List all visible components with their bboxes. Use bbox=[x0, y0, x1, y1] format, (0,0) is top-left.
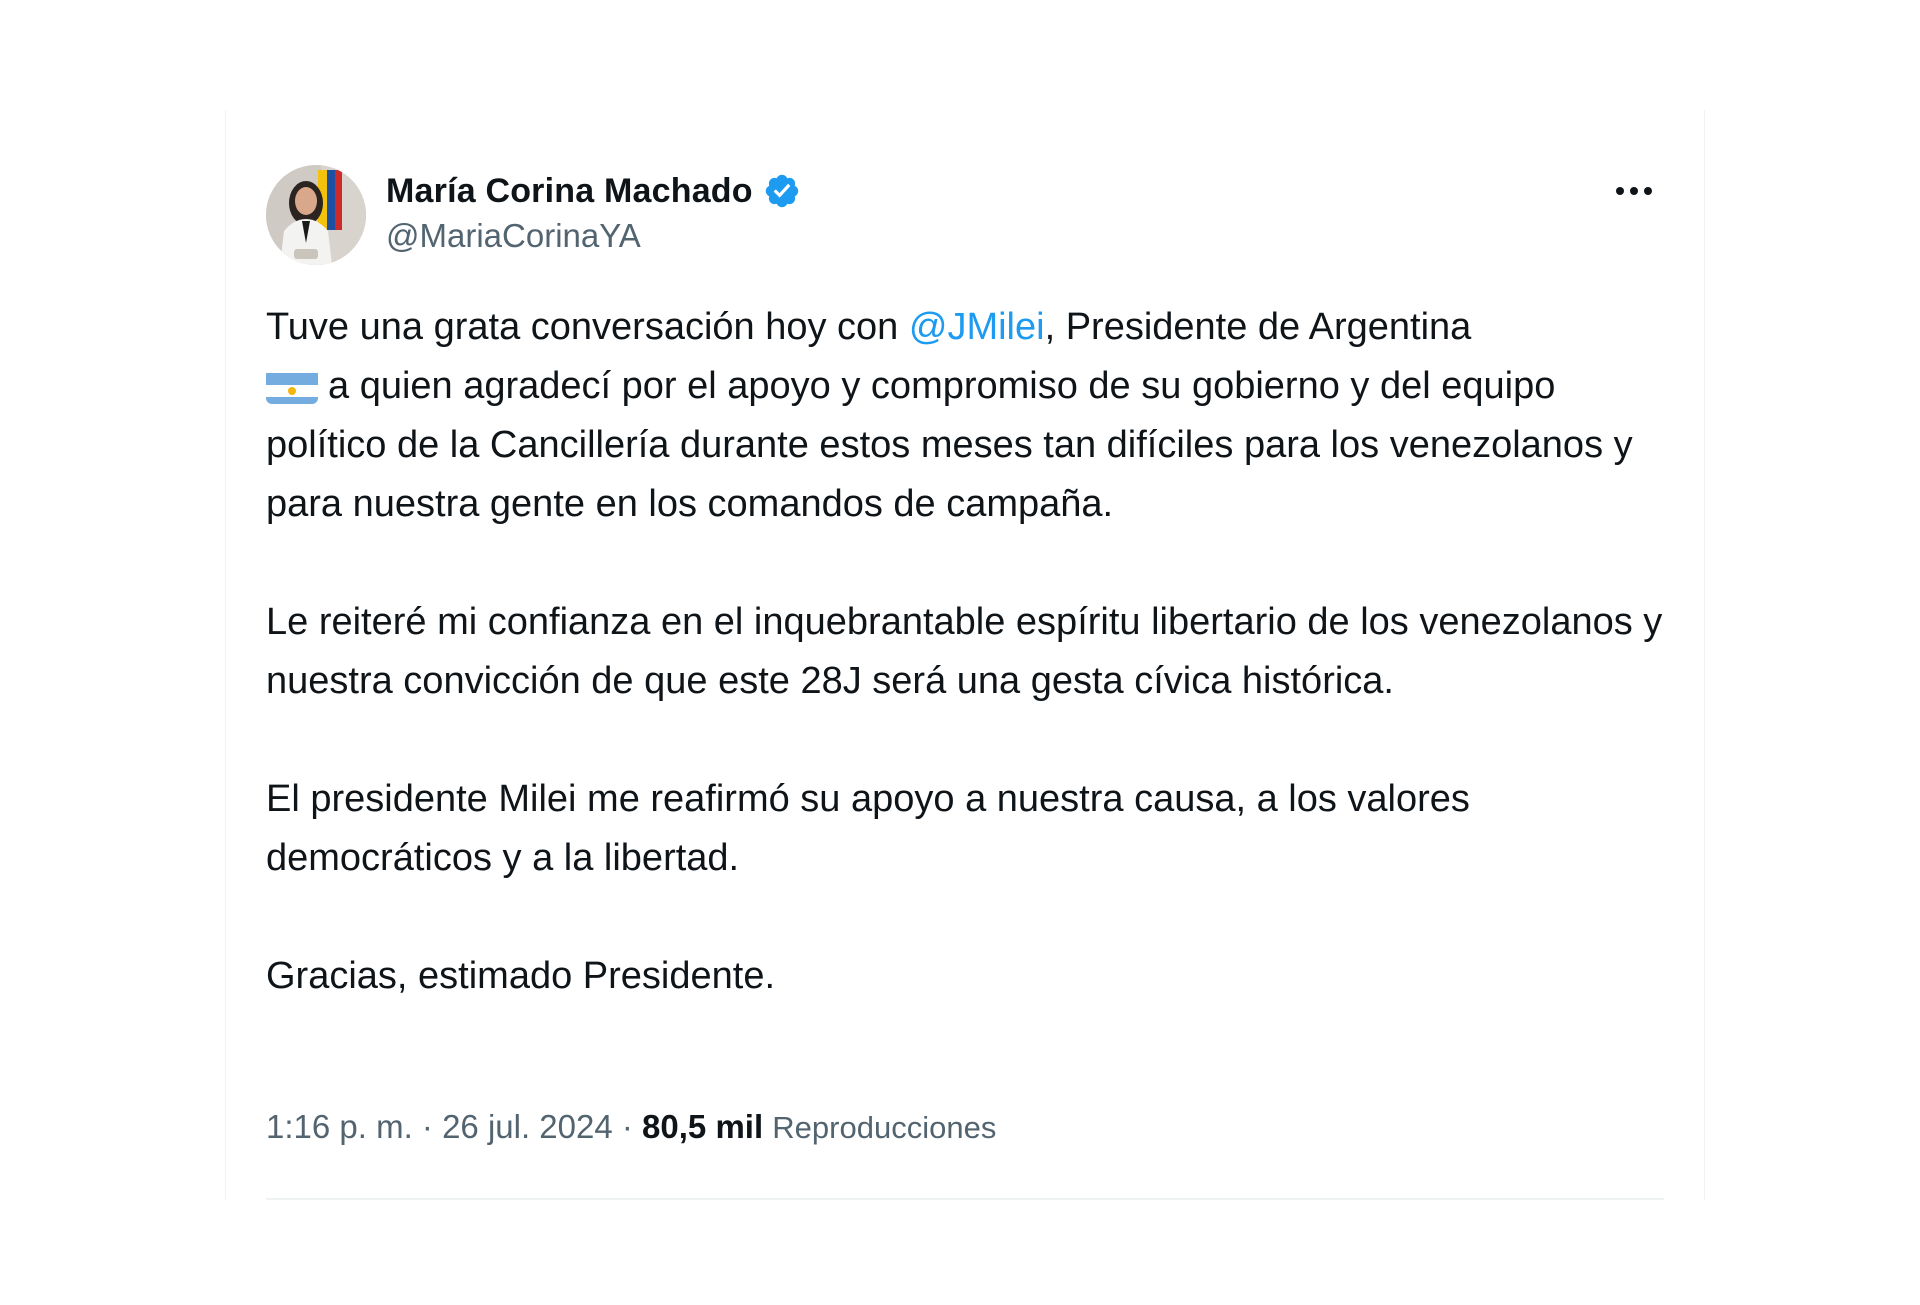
tweet-paragraph-4: Gracias, estimado Presidente. bbox=[266, 955, 776, 997]
verified-badge-icon[interactable] bbox=[763, 172, 801, 210]
tweet-text-segment: , Presidente de Argentina bbox=[1044, 306, 1472, 348]
handle[interactable]: @MariaCorinaYA bbox=[386, 217, 801, 255]
display-name[interactable]: María Corina Machado bbox=[386, 172, 753, 211]
views-label: Reproducciones bbox=[772, 1110, 997, 1145]
avatar[interactable] bbox=[266, 165, 366, 265]
tweet-time[interactable]: 1:16 p. m. bbox=[266, 1108, 413, 1145]
tweet-paragraph-1: Tuve una grata conversación hoy con @JMi… bbox=[266, 298, 1676, 534]
divider bbox=[266, 1198, 1664, 1200]
tweet-date[interactable]: 26 jul. 2024 bbox=[442, 1108, 613, 1145]
tweet-text-segment: Tuve una grata conversación hoy con bbox=[266, 306, 909, 348]
tweet-card: María Corina Machado @MariaCorinaYA Tuve… bbox=[225, 110, 1705, 1200]
name-block: María Corina Machado @MariaCorinaYA bbox=[386, 169, 801, 255]
display-name-row: María Corina Machado bbox=[386, 169, 801, 213]
mention-link[interactable]: @JMilei bbox=[909, 306, 1045, 348]
tweet-meta: 1:16 p. m. · 26 jul. 2024 · 80,5 mil Rep… bbox=[266, 1108, 996, 1146]
tweet-header: María Corina Machado @MariaCorinaYA bbox=[266, 165, 1664, 265]
avatar-photo bbox=[266, 165, 366, 265]
more-options-button[interactable] bbox=[1604, 171, 1664, 211]
tweet-paragraph-3: El presidente Milei me reafirmó su apoyo… bbox=[266, 778, 1470, 879]
views-count: 80,5 mil bbox=[642, 1108, 764, 1145]
meta-separator: · bbox=[612, 1108, 643, 1145]
tweet-text: Tuve una grata conversación hoy con @JMi… bbox=[266, 298, 1676, 1006]
argentina-flag-icon bbox=[266, 368, 318, 404]
more-horizontal-icon bbox=[1616, 187, 1652, 195]
tweet-paragraph-2: Le reiteré mi confianza en el inquebrant… bbox=[266, 601, 1663, 702]
tweet-text-segment: a quien agradecí por el apoyo y compromi… bbox=[266, 365, 1633, 525]
meta-separator: · bbox=[412, 1108, 443, 1145]
